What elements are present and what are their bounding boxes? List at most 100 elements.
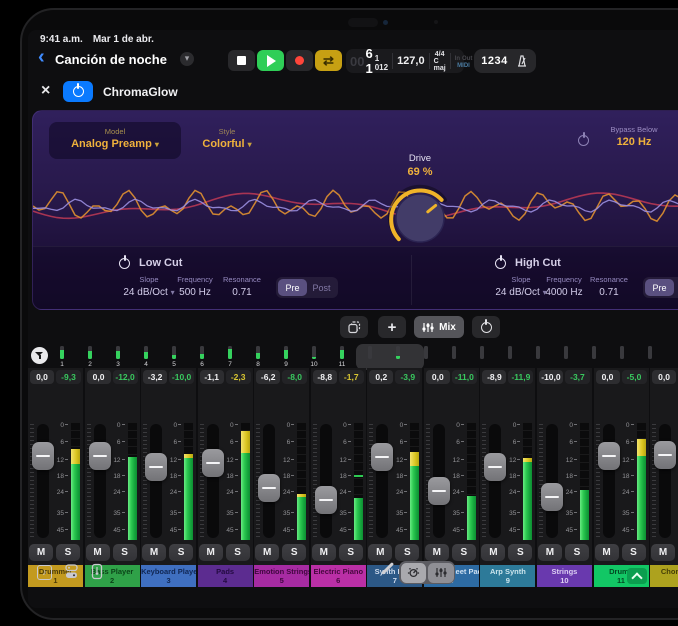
track-label[interactable]: Electric Piano 6	[311, 565, 366, 587]
volume-fader[interactable]	[371, 443, 393, 471]
count-in-button[interactable]: 1234	[474, 49, 536, 73]
mute-button[interactable]: M	[651, 544, 675, 561]
pan-value[interactable]: 0,0	[596, 370, 620, 384]
pan-value[interactable]: 0,0	[87, 370, 111, 384]
lcd-display[interactable]: 00 6 1 1 012 127,0 4/4 C maj InOut MIDI	[346, 49, 464, 73]
track-label[interactable]: Chorus V	[650, 565, 678, 587]
channel-overview-item[interactable]: 11	[332, 346, 352, 368]
high-cut-resonance[interactable]: Resonance 0.71	[585, 275, 633, 298]
high-cut-frequency[interactable]: Frequency 4000 Hz	[536, 275, 592, 298]
low-cut-pre-post-toggle[interactable]: Pre Post	[276, 277, 338, 298]
volume-fader[interactable]	[541, 483, 563, 511]
pan-value[interactable]: 0,2	[369, 370, 393, 384]
mute-button[interactable]: M	[255, 544, 279, 561]
channel-strip-inspector-button[interactable]	[91, 563, 109, 581]
filter-tracks-button[interactable]	[31, 347, 48, 364]
low-cut-power-button[interactable]	[119, 256, 130, 274]
high-cut-pre-post-toggle[interactable]: Pre Post	[643, 277, 678, 298]
song-title[interactable]: Canción de noche	[55, 52, 167, 67]
solo-button[interactable]: S	[452, 544, 476, 561]
channel-overview-item[interactable]	[360, 346, 380, 361]
channel-overview-item[interactable]: 4	[136, 346, 156, 368]
plugin-power-button[interactable]	[63, 81, 93, 102]
volume-fader[interactable]	[428, 477, 450, 505]
volume-fader[interactable]	[315, 486, 337, 514]
channel-overview-item[interactable]: 5	[164, 346, 184, 368]
volume-fader[interactable]	[654, 441, 676, 469]
volume-fader[interactable]	[202, 449, 224, 477]
post-button[interactable]: Post	[307, 279, 336, 296]
track-label[interactable]: Emotion Strings 5	[254, 565, 309, 587]
mute-button[interactable]: M	[425, 544, 449, 561]
channel-overview-item[interactable]: 6	[192, 346, 212, 368]
pan-value[interactable]: -3,2	[143, 370, 167, 384]
volume-fader[interactable]	[258, 474, 280, 502]
pan-value[interactable]: -8,8	[313, 370, 337, 384]
record-button[interactable]	[286, 50, 313, 71]
solo-button[interactable]: S	[395, 544, 419, 561]
channel-overview-item[interactable]	[528, 346, 548, 361]
pan-value[interactable]: -8,9	[482, 370, 506, 384]
collapse-chevron-button[interactable]	[627, 568, 647, 584]
mute-button[interactable]: M	[142, 544, 166, 561]
loops-browser-button[interactable]: ♪	[37, 563, 55, 581]
mixer-view-button[interactable]	[428, 563, 454, 583]
solo-button[interactable]: S	[56, 544, 80, 561]
smart-controls-button[interactable]	[401, 563, 427, 583]
duplicate-button[interactable]	[340, 316, 368, 338]
pan-value[interactable]: -6,2	[256, 370, 280, 384]
stop-button[interactable]	[228, 50, 255, 71]
back-chevron-button[interactable]: ‹	[38, 47, 45, 67]
mute-button[interactable]: M	[368, 544, 392, 561]
channel-overview-item[interactable]: 8	[248, 346, 268, 368]
cycle-button[interactable]: ⇄	[315, 50, 342, 71]
channel-overview-item[interactable]	[612, 346, 632, 361]
track-label[interactable]: Pads 4	[198, 565, 253, 587]
pan-value[interactable]: 0,0	[426, 370, 450, 384]
browser-button[interactable]	[64, 563, 82, 581]
post-button[interactable]: Post	[674, 279, 678, 296]
track-label[interactable]: Arp Synth 9	[480, 565, 535, 587]
bypass-control[interactable]: Bypass Below 120 Hz	[593, 125, 675, 148]
bypass-power-icon[interactable]	[578, 133, 589, 151]
track-label[interactable]: Strings 10	[537, 565, 592, 587]
volume-fader[interactable]	[598, 442, 620, 470]
solo-button[interactable]: S	[622, 544, 646, 561]
drive-knob[interactable]	[387, 183, 453, 249]
solo-button[interactable]: S	[339, 544, 363, 561]
solo-button[interactable]: S	[508, 544, 532, 561]
mixer-power-button[interactable]	[472, 316, 500, 338]
mute-button[interactable]: M	[86, 544, 110, 561]
solo-button[interactable]: S	[226, 544, 250, 561]
solo-button[interactable]: S	[282, 544, 306, 561]
pre-button[interactable]: Pre	[645, 279, 674, 296]
channel-overview-item[interactable]	[500, 346, 520, 361]
channel-overview-item[interactable]	[416, 346, 436, 361]
play-button[interactable]	[257, 50, 284, 71]
channel-overview-item[interactable]: 2	[80, 346, 100, 368]
close-plugin-button[interactable]: ×	[41, 82, 50, 100]
pan-value[interactable]: -1,1	[200, 370, 224, 384]
channel-overview-item[interactable]	[584, 346, 604, 361]
mute-button[interactable]: M	[595, 544, 619, 561]
channel-overview-item[interactable]: 3	[108, 346, 128, 368]
mute-button[interactable]: M	[538, 544, 562, 561]
channel-overview-item[interactable]: 1	[52, 346, 72, 368]
song-title-chevron-icon[interactable]: ▾	[180, 52, 194, 66]
channel-overview-item[interactable]: 9	[276, 346, 296, 368]
mute-button[interactable]: M	[481, 544, 505, 561]
track-label[interactable]: Keyboard Player 3	[141, 565, 196, 587]
channel-overview-item[interactable]	[556, 346, 576, 361]
track-label[interactable]: Drums 11	[594, 565, 649, 587]
volume-fader[interactable]	[32, 442, 54, 470]
pan-value[interactable]: -10,0	[539, 370, 563, 384]
add-plugin-button[interactable]: +	[378, 316, 406, 338]
pan-value[interactable]: 0,0	[30, 370, 54, 384]
style-selector[interactable]: Style Colorful ▾	[189, 122, 265, 159]
channel-overview-item[interactable]	[444, 346, 464, 361]
channel-overview-item[interactable]	[640, 346, 660, 361]
mute-button[interactable]: M	[312, 544, 336, 561]
volume-fader[interactable]	[89, 442, 111, 470]
solo-button[interactable]: S	[169, 544, 193, 561]
pre-button[interactable]: Pre	[278, 279, 307, 296]
